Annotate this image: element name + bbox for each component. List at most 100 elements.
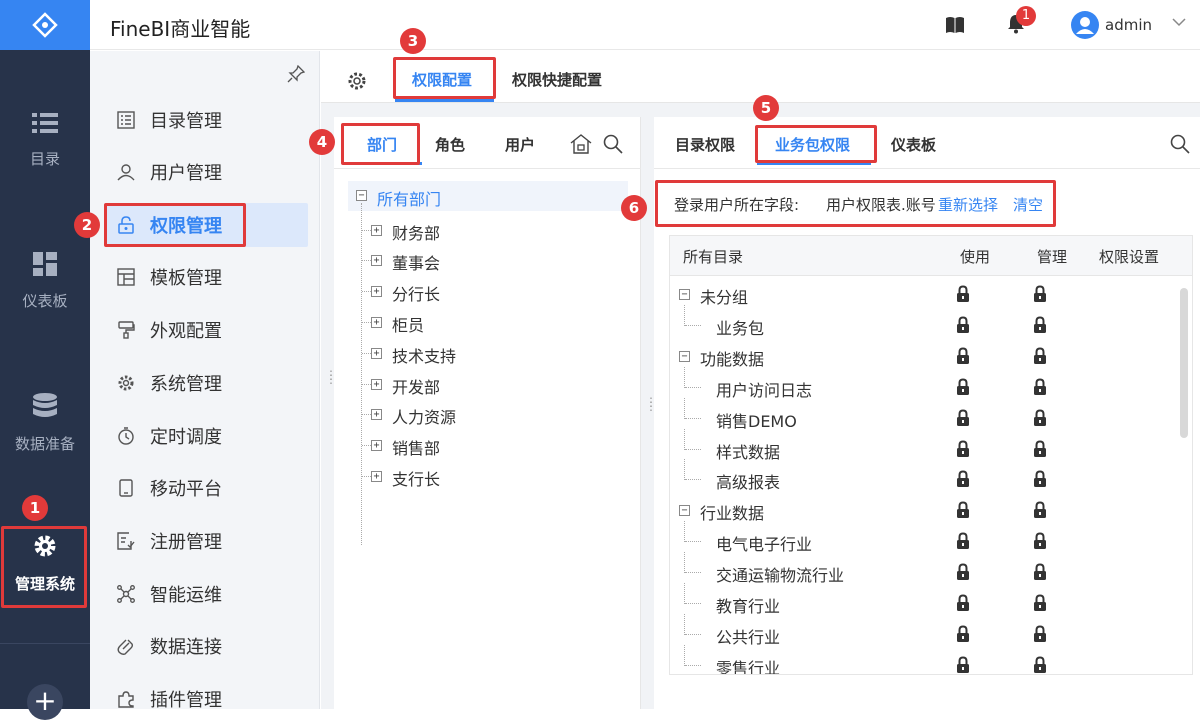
grid-row-label[interactable]: 公共行业 xyxy=(716,624,780,648)
expand-icon[interactable]: + xyxy=(371,348,382,359)
expand-icon[interactable]: + xyxy=(371,471,382,482)
collapse-icon[interactable]: − xyxy=(679,289,690,300)
tree-node[interactable]: 开发部 xyxy=(392,374,440,398)
tab-dashboard-permission[interactable]: 仪表板 xyxy=(891,134,936,155)
tree-node[interactable]: 人力资源 xyxy=(392,404,456,428)
house-lock-icon[interactable] xyxy=(570,134,592,154)
use-lock-icon[interactable] xyxy=(956,440,970,458)
expand-icon[interactable]: + xyxy=(371,379,382,390)
tree-node[interactable]: 销售部 xyxy=(392,435,440,459)
menu-item-appearance[interactable]: 外观配置 xyxy=(105,308,308,352)
manage-lock-icon[interactable] xyxy=(1033,470,1047,488)
manage-lock-icon[interactable] xyxy=(1033,316,1047,334)
menu-label-users: 用户管理 xyxy=(150,163,222,184)
grid-row-label[interactable]: 功能数据 xyxy=(700,346,764,370)
use-lock-icon[interactable] xyxy=(956,532,970,550)
tab-user[interactable]: 用户 xyxy=(505,134,535,155)
grid-row-label[interactable]: 零售行业 xyxy=(716,655,780,674)
scrollbar[interactable] xyxy=(1180,288,1188,438)
tree-node[interactable]: 支行长 xyxy=(392,466,440,490)
menu-item-system[interactable]: 系统管理 xyxy=(105,361,308,405)
expand-icon[interactable]: + xyxy=(371,255,382,266)
expand-icon[interactable]: + xyxy=(371,286,382,297)
manage-lock-icon[interactable] xyxy=(1033,440,1047,458)
tree-root-label[interactable]: 所有部门 xyxy=(377,186,441,210)
manage-lock-icon[interactable] xyxy=(1033,625,1047,643)
menu-item-ops[interactable]: 智能运维 xyxy=(105,572,308,616)
menu-item-register[interactable]: 注册管理 xyxy=(105,519,308,563)
manage-lock-icon[interactable] xyxy=(1033,285,1047,303)
menu-item-mobile[interactable]: 移动平台 xyxy=(105,466,308,510)
collapse-icon[interactable]: − xyxy=(356,190,367,201)
finebi-logo[interactable] xyxy=(0,0,90,50)
use-lock-icon[interactable] xyxy=(956,625,970,643)
manage-lock-icon[interactable] xyxy=(1033,409,1047,427)
grid-row-label[interactable]: 销售DEMO xyxy=(716,408,797,432)
use-lock-icon[interactable] xyxy=(956,470,970,488)
menu-label-schedule: 定时调度 xyxy=(150,427,222,448)
menu-item-connections[interactable]: 数据连接 xyxy=(105,624,308,668)
rail-item-data-prep[interactable]: 数据准备 xyxy=(0,393,90,454)
search-icon[interactable] xyxy=(1170,134,1190,154)
menu-item-plugins[interactable]: 插件管理 xyxy=(105,677,308,721)
use-lock-icon[interactable] xyxy=(956,347,970,365)
tree-node[interactable]: 财务部 xyxy=(392,220,440,244)
grid-row-label[interactable]: 教育行业 xyxy=(716,593,780,617)
expand-icon[interactable]: + xyxy=(371,225,382,236)
book-icon[interactable] xyxy=(945,16,965,34)
rail-item-catalog[interactable]: 目录 xyxy=(0,112,90,169)
manage-lock-icon[interactable] xyxy=(1033,501,1047,519)
avatar[interactable] xyxy=(1071,11,1099,39)
grid-row-label[interactable]: 样式数据 xyxy=(716,439,780,463)
grid-row-label[interactable]: 行业数据 xyxy=(700,500,764,524)
menu-item-users[interactable]: 用户管理 xyxy=(105,150,308,194)
use-lock-icon[interactable] xyxy=(956,656,970,674)
pin-icon[interactable] xyxy=(287,65,305,83)
expand-icon[interactable]: + xyxy=(371,317,382,328)
expand-icon[interactable]: + xyxy=(371,440,382,451)
use-lock-icon[interactable] xyxy=(956,563,970,581)
menu-item-templates[interactable]: 模板管理 xyxy=(105,255,308,299)
grid-row-label[interactable]: 业务包 xyxy=(716,315,764,339)
use-lock-icon[interactable] xyxy=(956,501,970,519)
use-lock-icon[interactable] xyxy=(956,378,970,396)
tab-quick-config[interactable]: 权限快捷配置 xyxy=(512,69,602,90)
manage-lock-icon[interactable] xyxy=(1033,347,1047,365)
manage-lock-icon[interactable] xyxy=(1033,378,1047,396)
menu-item-schedule[interactable]: 定时调度 xyxy=(105,414,308,458)
search-icon[interactable] xyxy=(603,134,623,154)
grid-row-label[interactable]: 交通运输物流行业 xyxy=(716,562,844,586)
tree-branch xyxy=(362,322,371,323)
collapse-icon[interactable]: − xyxy=(679,351,690,362)
grid-row-label[interactable]: 用户访问日志 xyxy=(716,377,812,401)
tree-node[interactable]: 分行长 xyxy=(392,281,440,305)
expand-icon[interactable]: + xyxy=(371,409,382,420)
tab-role[interactable]: 角色 xyxy=(435,134,465,155)
user-name[interactable]: admin xyxy=(1105,16,1152,34)
menu-label-mobile: 移动平台 xyxy=(150,479,222,500)
chevron-down-icon[interactable] xyxy=(1172,18,1186,27)
use-lock-icon[interactable] xyxy=(956,316,970,334)
use-lock-icon[interactable] xyxy=(956,594,970,612)
menu-label-templates: 模板管理 xyxy=(150,268,222,289)
grid-row-label[interactable]: 高级报表 xyxy=(716,469,780,493)
manage-lock-icon[interactable] xyxy=(1033,594,1047,612)
settings-gear-icon[interactable] xyxy=(347,71,367,91)
grid-row-label[interactable]: 未分组 xyxy=(700,284,748,308)
callout-marker-5: 5 xyxy=(753,95,779,121)
tree-node[interactable]: 柜员 xyxy=(392,312,424,336)
resize-handle[interactable]: ⋮ ⋮ xyxy=(325,369,337,385)
tree-node[interactable]: 董事会 xyxy=(392,250,440,274)
grid-row-label[interactable]: 电气电子行业 xyxy=(716,531,812,555)
use-lock-icon[interactable] xyxy=(956,285,970,303)
rail-item-dashboard[interactable]: 仪表板 xyxy=(0,252,90,311)
manage-lock-icon[interactable] xyxy=(1033,656,1047,674)
use-lock-icon[interactable] xyxy=(956,409,970,427)
add-button[interactable]: + xyxy=(27,684,63,720)
manage-lock-icon[interactable] xyxy=(1033,563,1047,581)
manage-lock-icon[interactable] xyxy=(1033,532,1047,550)
tree-node[interactable]: 技术支持 xyxy=(392,343,456,367)
collapse-icon[interactable]: − xyxy=(679,505,690,516)
menu-item-catalog[interactable]: 目录管理 xyxy=(105,98,308,142)
tab-catalog-permission[interactable]: 目录权限 xyxy=(675,134,735,155)
